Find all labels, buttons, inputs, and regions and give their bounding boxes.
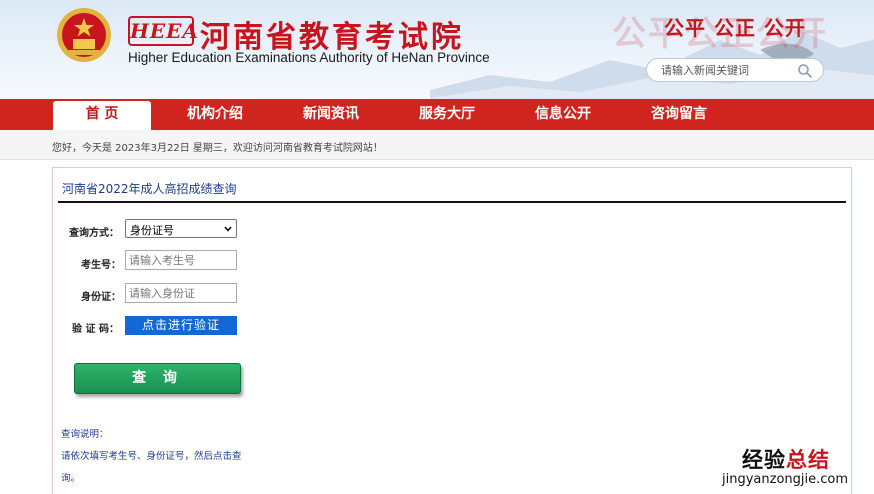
id-input[interactable] <box>125 283 237 303</box>
chevron-down-icon <box>224 226 232 232</box>
watermark-title-part2: 总结 <box>786 448 830 472</box>
search-box[interactable] <box>646 58 824 82</box>
exam-no-label: 考生号： <box>81 260 121 271</box>
notes-line-2: 询。 <box>61 473 81 484</box>
watermark-title: 经验总结 <box>742 444 830 474</box>
nav-item-disclosure[interactable]: 信息公开 <box>514 99 612 130</box>
search-icon[interactable] <box>797 63 813 79</box>
watermark-url: jingyanzongjie.com <box>722 472 849 487</box>
nav-item-services[interactable]: 服务大厅 <box>398 99 496 130</box>
slogan: 公平 公正 公开 <box>664 16 806 40</box>
watermark-title-part1: 经验 <box>742 448 786 472</box>
heea-logo: HEEA <box>128 16 198 46</box>
main-nav: 首 页 机构介绍 新闻资讯 服务大厅 信息公开 咨询留言 <box>0 99 874 130</box>
query-mode-value: 身份证号 <box>130 224 174 237</box>
notes-line-1: 请依次填写考生号、身份证号，然后点击查 <box>61 451 242 462</box>
captcha-verify-button[interactable]: 点击进行验证 <box>125 316 237 335</box>
page: HEEA 河南省教育考试院 Higher Education Examinati… <box>0 0 874 494</box>
query-mode-select[interactable]: 身份证号 <box>125 219 237 238</box>
site-subtitle: Higher Education Examinations Authority … <box>128 50 490 65</box>
exam-no-input[interactable] <box>125 250 237 270</box>
welcome-text: 您好，今天是 2023年3月22日 星期三，欢迎访问河南省教育考试院网站！ <box>52 143 383 154</box>
panel-divider <box>58 201 846 203</box>
submit-query-button[interactable]: 查 询 <box>74 363 241 394</box>
nav-item-home[interactable]: 首 页 <box>53 101 151 130</box>
query-mode-label: 查询方式： <box>69 228 119 239</box>
welcome-bar: 您好，今天是 2023年3月22日 星期三，欢迎访问河南省教育考试院网站！ <box>0 130 874 160</box>
id-label: 身份证： <box>81 292 121 303</box>
panel-title: 河南省2022年成人高招成绩查询 <box>62 182 237 196</box>
nav-item-news[interactable]: 新闻资讯 <box>282 99 380 130</box>
national-emblem-icon <box>57 8 111 62</box>
nav-item-consult[interactable]: 咨询留言 <box>630 99 728 130</box>
site-header: HEEA 河南省教育考试院 Higher Education Examinati… <box>0 0 874 99</box>
nav-item-about[interactable]: 机构介绍 <box>166 99 264 130</box>
notes-heading: 查询说明： <box>61 429 109 440</box>
search-input[interactable] <box>661 62 791 78</box>
captcha-label: 验 证 码： <box>72 324 119 335</box>
